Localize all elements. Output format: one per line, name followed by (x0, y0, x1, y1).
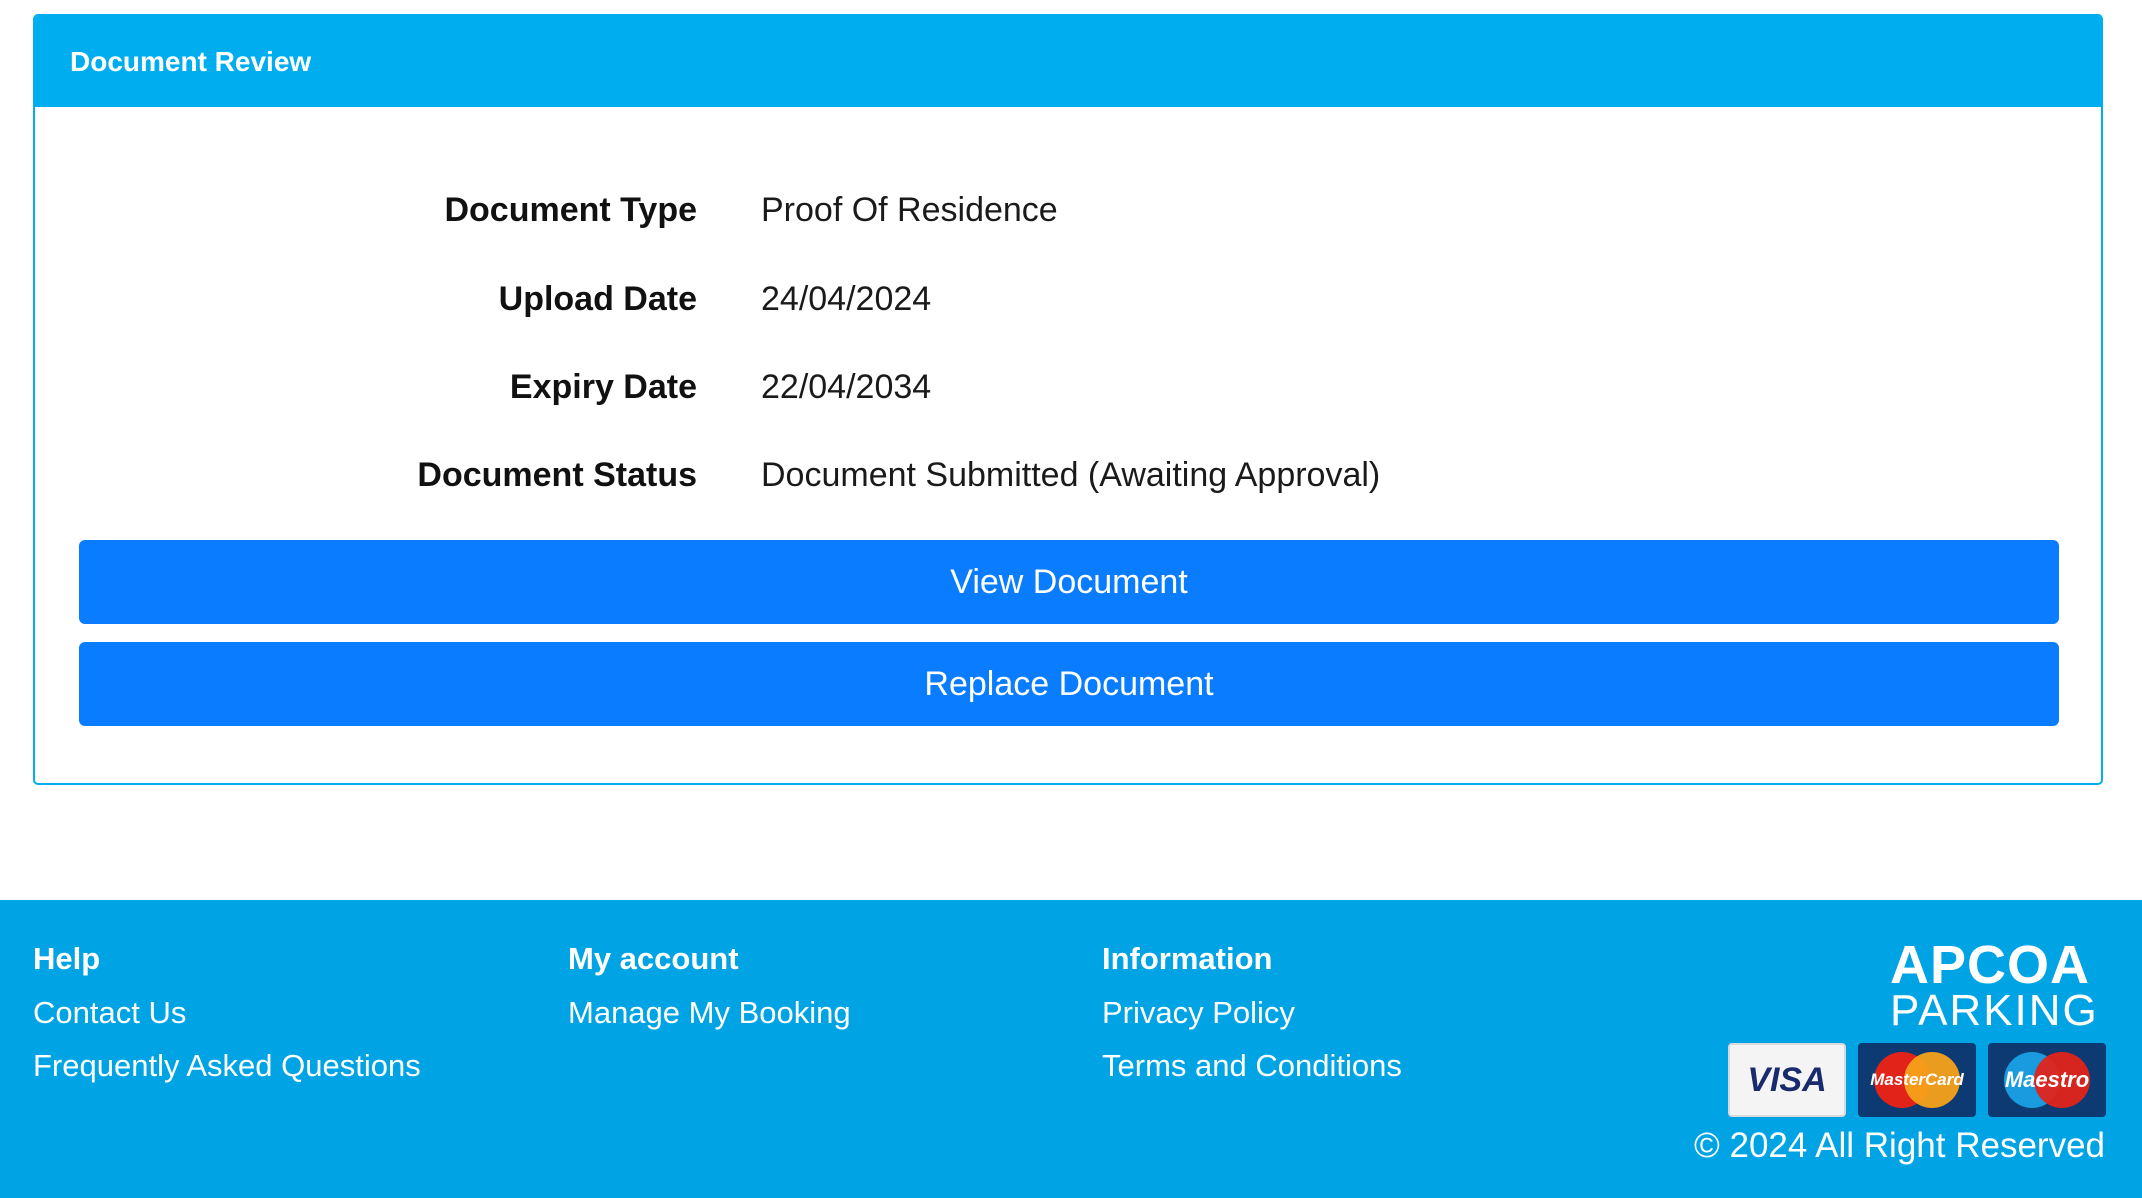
logo-line-2: PARKING (1890, 986, 2099, 1035)
apcoa-parking-logo: APCOA PARKING (1890, 935, 2099, 1035)
footer-account-heading: My account (568, 941, 739, 976)
detail-row-expiry-date: Expiry Date 22/04/2034 (35, 368, 2101, 428)
terms-link[interactable]: Terms and Conditions (1102, 1049, 1402, 1083)
page: Document Review Document Type Proof Of R… (0, 0, 2142, 1198)
detail-row-document-status: Document Status Document Submitted (Awai… (35, 456, 2101, 516)
replace-document-button[interactable]: Replace Document (79, 642, 2059, 726)
visa-card-icon: VISA (1728, 1043, 1846, 1117)
contact-us-link[interactable]: Contact Us (33, 996, 421, 1030)
document-type-value: Proof Of Residence (761, 191, 1058, 229)
faq-link[interactable]: Frequently Asked Questions (33, 1049, 421, 1083)
footer-help-column: Help Contact Us Frequently Asked Questio… (33, 942, 421, 1102)
card-title: Document Review (70, 45, 312, 77)
payment-cards: VISA MasterCard Maestro (1728, 1043, 2106, 1117)
document-status-value: Document Submitted (Awaiting Approval) (761, 456, 1381, 494)
detail-row-upload-date: Upload Date 24/04/2024 (35, 280, 2101, 340)
mastercard-label: MasterCard (1870, 1070, 1964, 1089)
privacy-policy-link[interactable]: Privacy Policy (1102, 996, 1402, 1030)
manage-booking-link[interactable]: Manage My Booking (568, 996, 851, 1030)
detail-row-document-type: Document Type Proof Of Residence (35, 191, 2101, 251)
footer-help-heading: Help (33, 941, 101, 976)
card-header: Document Review (35, 16, 2101, 107)
footer-information-column: Information Privacy Policy Terms and Con… (1102, 942, 1402, 1102)
maestro-label: Maestro (2004, 1067, 2090, 1092)
view-document-button[interactable]: View Document (79, 540, 2059, 624)
footer-account-column: My account Manage My Booking (568, 942, 851, 1049)
mastercard-icon: MasterCard (1858, 1043, 1976, 1117)
expiry-date-label: Expiry Date (509, 368, 697, 406)
footer-information-heading: Information (1102, 941, 1273, 976)
document-review-card: Document Review Document Type Proof Of R… (33, 14, 2103, 785)
visa-label: VISA (1747, 1060, 1827, 1099)
upload-date-label: Upload Date (498, 280, 697, 318)
expiry-date-value: 22/04/2034 (761, 368, 932, 406)
logo-line-1: APCOA (1890, 935, 2091, 995)
upload-date-value: 24/04/2024 (761, 280, 932, 318)
document-status-label: Document Status (417, 456, 697, 494)
footer: Help Contact Us Frequently Asked Questio… (0, 900, 2142, 1198)
maestro-icon: Maestro (1988, 1043, 2106, 1117)
document-type-label: Document Type (444, 191, 697, 229)
copyright-text: © 2024 All Right Reserved (1693, 1126, 2105, 1165)
